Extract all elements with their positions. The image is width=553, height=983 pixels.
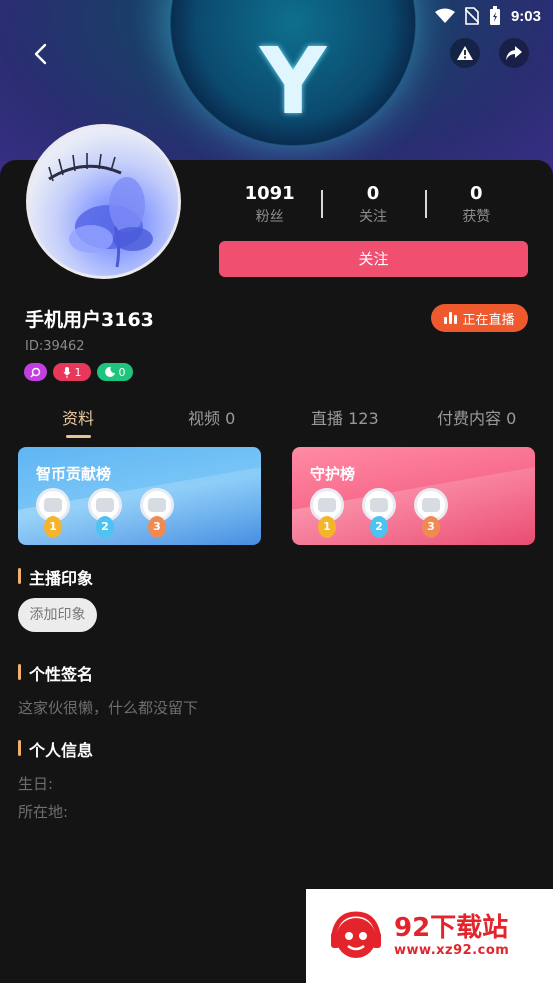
rank-2-medal: 2 <box>362 488 396 545</box>
active-tab-indicator <box>66 435 91 438</box>
search-icon <box>30 367 41 378</box>
rank-3-medal: 3 <box>140 488 174 545</box>
ranking-title: 守护榜 <box>310 465 356 483</box>
profile-tabs: 资料 视频 0 直播 123 付费内容 0 <box>0 400 553 440</box>
info-title: 个人信息 <box>18 737 93 761</box>
birthday-label: 生日: <box>18 775 54 793</box>
mic-icon <box>63 366 70 378</box>
guardian-ranking[interactable]: 守护榜 1 2 3 <box>292 447 535 545</box>
warning-icon <box>457 46 473 60</box>
signature-text: 这家伙很懒，什么都没留下 <box>18 699 199 717</box>
stat-fans[interactable]: 1091 粉丝 <box>218 183 321 228</box>
banner-logo: Y <box>170 0 416 146</box>
watermark-url: www.xz92.com <box>394 943 510 958</box>
rank-1-medal: 1 <box>36 488 70 545</box>
battery-icon <box>489 6 500 25</box>
moon-icon <box>104 367 115 377</box>
chevron-left-icon <box>34 43 47 65</box>
impression-title: 主播印象 <box>18 565 93 589</box>
follow-button[interactable]: 关注 <box>219 241 528 277</box>
user-badges: 1 0 <box>24 363 133 381</box>
signature-title: 个性签名 <box>18 661 93 685</box>
badge-mic-value: 1 <box>74 365 82 379</box>
share-button[interactable] <box>499 38 529 68</box>
tab-paid-content[interactable]: 付费内容 0 <box>437 405 516 429</box>
avatar-image <box>48 153 153 268</box>
rank-1-medal: 1 <box>310 488 344 545</box>
status-time: 9:03 <box>510 7 541 25</box>
live-now-button[interactable]: 正在直播 <box>431 304 528 332</box>
badge-moon-value: 0 <box>118 365 126 379</box>
likes-label: 获赞 <box>462 209 491 225</box>
stat-following[interactable]: 0 关注 <box>321 183 424 228</box>
no-sim-icon <box>464 7 479 25</box>
likes-count: 0 <box>470 183 483 204</box>
ranking-title: 智币贡献榜 <box>36 465 112 483</box>
tab-profile-info[interactable]: 资料 <box>62 405 94 429</box>
add-impression-button[interactable]: 添加印象 <box>18 598 97 632</box>
username: 手机用户3163 <box>25 309 154 331</box>
badge-mic: 1 <box>53 363 91 381</box>
rank-3-medal: 3 <box>414 488 448 545</box>
following-label: 关注 <box>358 209 387 225</box>
status-bar: 9:03 <box>434 6 541 26</box>
fans-count: 1091 <box>244 183 295 204</box>
user-id: ID:39462 <box>25 339 85 354</box>
wifi-icon <box>434 8 455 23</box>
watermark-logo-icon <box>331 911 381 958</box>
tab-live[interactable]: 直播 123 <box>311 405 379 429</box>
fans-label: 粉丝 <box>255 209 284 225</box>
stat-likes[interactable]: 0 获赞 <box>424 183 528 228</box>
watermark: 92下载站 www.xz92.com <box>306 889 553 983</box>
rank-2-medal: 2 <box>88 488 122 545</box>
badge-moon: 0 <box>97 363 133 381</box>
tab-videos[interactable]: 视频 0 <box>188 405 235 429</box>
live-bars-icon <box>444 312 458 324</box>
badge-search <box>24 363 47 381</box>
share-icon <box>506 46 522 60</box>
profile-stats: 1091 粉丝 0 关注 0 获赞 <box>218 183 528 228</box>
coin-contribution-ranking[interactable]: 智币贡献榜 1 2 3 <box>18 447 261 545</box>
avatar[interactable] <box>26 124 181 279</box>
location-label: 所在地: <box>18 803 69 821</box>
following-count: 0 <box>366 183 380 204</box>
live-label: 正在直播 <box>462 312 515 328</box>
report-button[interactable] <box>450 38 480 68</box>
watermark-title: 92下载站 <box>394 913 509 943</box>
back-button[interactable] <box>26 38 54 70</box>
